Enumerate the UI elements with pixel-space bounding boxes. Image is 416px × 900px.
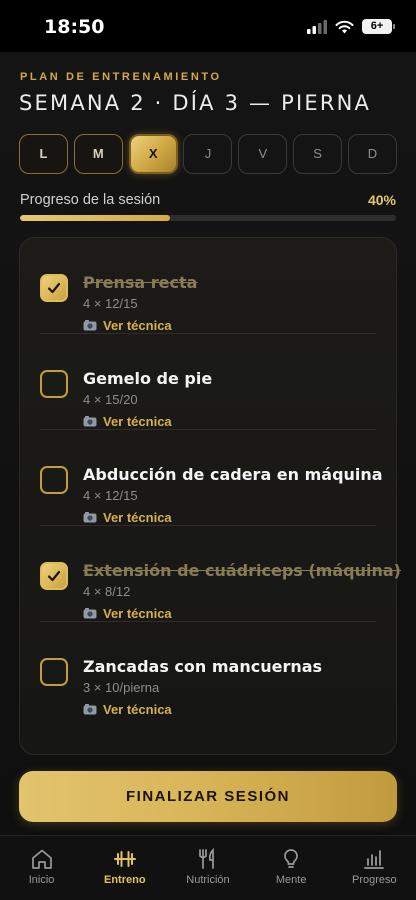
- status-bar: 18:50 6+: [0, 0, 416, 52]
- exercise-checkbox[interactable]: [40, 274, 68, 302]
- technique-label: Ver técnica: [103, 318, 172, 333]
- exercise-sets: 4 × 15/20: [83, 392, 138, 407]
- day-button-x[interactable]: X: [128, 134, 178, 174]
- video-camera-icon: [83, 416, 97, 427]
- dumbbell-icon: [113, 851, 136, 867]
- tab-inicio[interactable]: Inicio: [2, 836, 82, 900]
- tab-label: Mente: [275, 874, 307, 886]
- bar-chart-icon: [364, 850, 385, 869]
- day-button-s[interactable]: S: [293, 134, 343, 174]
- exercise-name: Abducción de cadera en máquina: [83, 465, 383, 484]
- bottom-tab-bar: Inicio Entreno Nutrición Mente Progreso: [0, 835, 416, 900]
- day-selector: L M X J V S D: [19, 134, 397, 174]
- exercise-sets: 4 × 8/12: [83, 584, 131, 599]
- progress-fill: [20, 215, 171, 221]
- video-camera-icon: [83, 320, 97, 331]
- technique-label: Ver técnica: [103, 510, 172, 525]
- status-icons: 6+: [307, 19, 395, 34]
- exercise-list: Prensa recta 4 × 12/15 Ver técnica Gemel…: [19, 237, 401, 755]
- tab-nutricion[interactable]: Nutrición: [168, 836, 248, 900]
- finish-session-button[interactable]: FINALIZAR SESIÓN: [19, 771, 397, 822]
- day-button-l[interactable]: L: [19, 134, 68, 174]
- exercise-item: Prensa recta 4 × 12/15 Ver técnica: [40, 238, 376, 334]
- plan-kicker: PLAN DE ENTRENAMIENTO: [20, 71, 222, 83]
- checkmark-icon: [47, 282, 61, 294]
- exercise-item: Abducción de cadera en máquina 4 × 12/15…: [40, 430, 383, 526]
- day-button-m[interactable]: M: [73, 134, 123, 174]
- exercise-item: Zancadas con mancuernas 3 × 10/pierna Ve…: [40, 622, 376, 718]
- exercise-checkbox[interactable]: [40, 658, 68, 686]
- tab-label: Nutrición: [186, 874, 230, 886]
- exercise-checkbox[interactable]: [40, 370, 68, 398]
- signal-icon: [307, 19, 327, 34]
- technique-link[interactable]: Ver técnica: [83, 318, 172, 333]
- exercise-checkbox[interactable]: [40, 466, 68, 494]
- day-button-j[interactable]: J: [183, 134, 233, 174]
- exercise-name: Prensa recta: [83, 273, 198, 292]
- video-camera-icon: [83, 704, 97, 715]
- exercise-checkbox[interactable]: [40, 562, 68, 590]
- exercise-sets: 3 × 10/pierna: [83, 680, 160, 695]
- video-camera-icon: [83, 608, 97, 619]
- exercise-name: Extensión de cuádriceps (máquina): [83, 561, 401, 580]
- fork-knife-icon: [199, 848, 214, 869]
- technique-link[interactable]: Ver técnica: [83, 510, 172, 525]
- day-button-v[interactable]: V: [238, 134, 288, 174]
- technique-link[interactable]: Ver técnica: [83, 414, 172, 429]
- exercise-name: Zancadas con mancuernas: [83, 657, 323, 676]
- checkmark-icon: [47, 570, 61, 582]
- app-screen: PLAN DE ENTRENAMIENTO SEMANA 2 · DÍA 3 —…: [0, 52, 416, 835]
- tab-label: Inicio: [28, 874, 55, 886]
- day-button-d[interactable]: D: [347, 134, 397, 174]
- progress-label: Progreso de la sesión: [20, 192, 161, 208]
- home-icon: [31, 849, 52, 869]
- progress-percent: 40%: [367, 192, 396, 208]
- status-time: 18:50: [44, 16, 105, 38]
- wifi-icon: [335, 20, 354, 33]
- technique-label: Ver técnica: [103, 606, 172, 621]
- technique-link[interactable]: Ver técnica: [83, 702, 172, 717]
- exercise-item: Gemelo de pie 4 × 15/20 Ver técnica: [40, 334, 376, 430]
- video-camera-icon: [83, 512, 97, 523]
- tab-label: Entreno: [104, 874, 146, 886]
- exercise-item: Extensión de cuádriceps (máquina) 4 × 8/…: [40, 526, 401, 622]
- battery-icon: 6+: [362, 19, 395, 34]
- exercise-sets: 4 × 12/15: [83, 296, 138, 311]
- progress-header: Progreso de la sesión 40%: [20, 192, 396, 208]
- technique-link[interactable]: Ver técnica: [83, 606, 172, 621]
- technique-label: Ver técnica: [103, 702, 172, 717]
- exercise-name: Gemelo de pie: [83, 369, 213, 388]
- tab-entreno[interactable]: Entreno: [85, 836, 165, 900]
- progress-bar: [20, 215, 396, 221]
- lightbulb-icon: [284, 849, 299, 868]
- exercise-sets: 4 × 12/15: [83, 488, 138, 503]
- tab-progreso[interactable]: Progreso: [334, 836, 414, 900]
- technique-label: Ver técnica: [103, 414, 172, 429]
- tab-label: Progreso: [352, 874, 397, 886]
- tab-mente[interactable]: Mente: [251, 836, 331, 900]
- page-title: SEMANA 2 · DÍA 3 — PIERNA: [19, 91, 372, 115]
